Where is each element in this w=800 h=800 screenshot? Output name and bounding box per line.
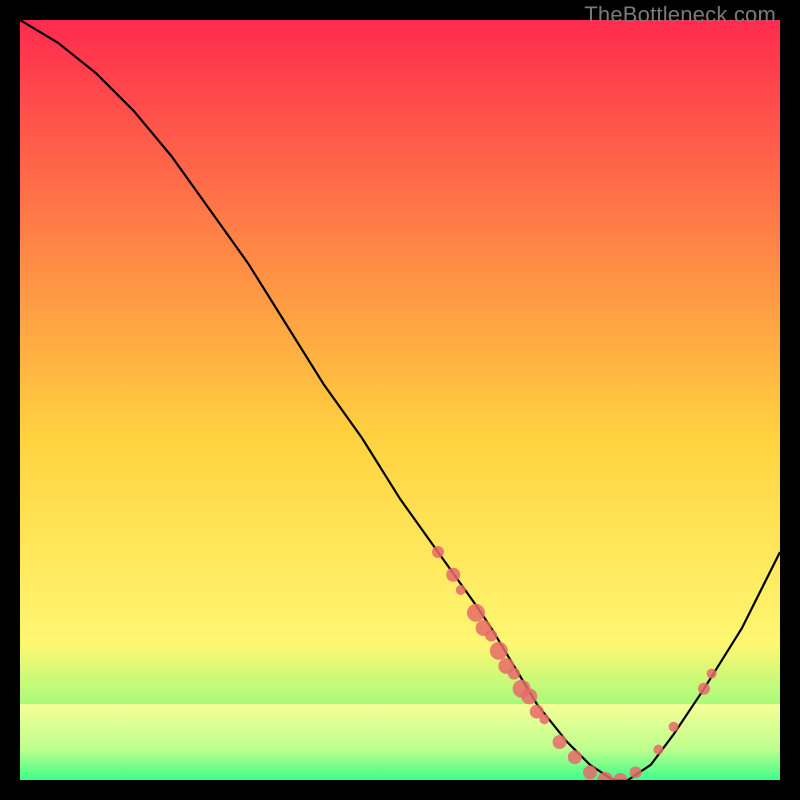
marker-point: [467, 604, 485, 622]
chart-frame: [20, 20, 780, 780]
marker-point: [485, 630, 497, 642]
marker-point: [490, 642, 508, 660]
marker-point: [630, 766, 642, 778]
marker-point: [553, 735, 567, 749]
marker-point: [521, 688, 537, 704]
optimal-band: [20, 704, 780, 780]
marker-point: [432, 546, 444, 558]
marker-point: [669, 722, 679, 732]
marker-point: [583, 765, 597, 779]
marker-point: [508, 668, 520, 680]
marker-point: [568, 750, 582, 764]
bottleneck-chart: [20, 20, 780, 780]
marker-point: [698, 683, 710, 695]
marker-point: [456, 585, 466, 595]
marker-point: [446, 568, 460, 582]
watermark-label: TheBottleneck.com: [584, 2, 776, 28]
marker-point: [707, 669, 717, 679]
marker-point: [653, 745, 663, 755]
marker-point: [539, 714, 549, 724]
gradient-background: [20, 20, 780, 780]
